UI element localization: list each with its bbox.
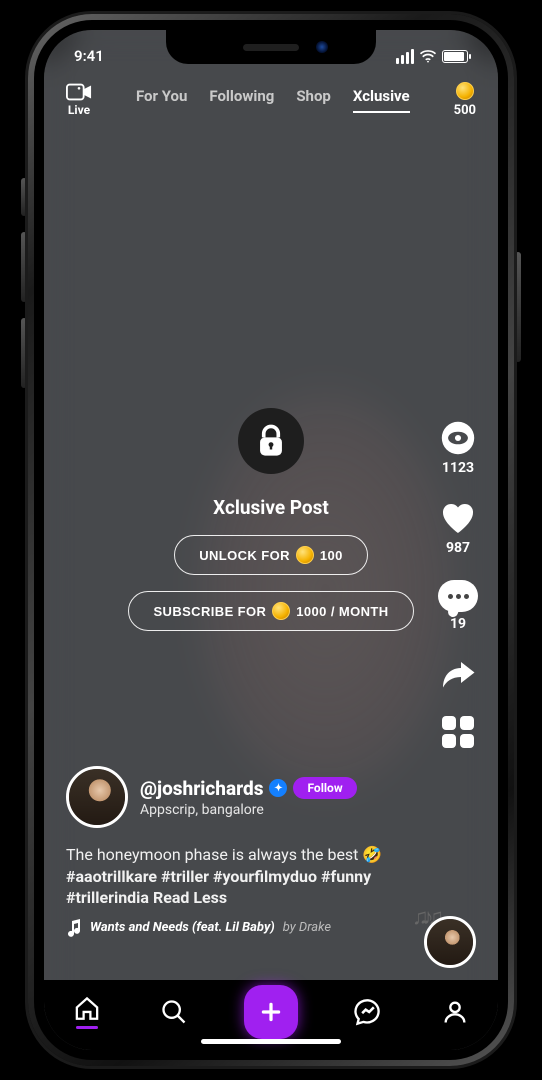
song-artist: Drake — [299, 920, 331, 935]
phone-power-button — [515, 252, 521, 362]
unlock-prefix: UNLOCK FOR — [199, 548, 290, 563]
locked-overlay: Xclusive Post UNLOCK FOR 100 SUBSCRIBE F… — [121, 408, 421, 631]
engagement-rail: 1123 987 19 — [438, 420, 478, 748]
phone-volume-down — [21, 318, 27, 388]
tab-shop[interactable]: Shop — [296, 87, 331, 113]
phone-volume-up — [21, 232, 27, 302]
lock-icon — [238, 408, 304, 474]
heart-icon — [440, 500, 476, 536]
coin-icon — [296, 546, 314, 564]
caption-text: The honeymoon phase is always the best 🤣 — [66, 845, 382, 864]
nav-home[interactable] — [70, 995, 104, 1029]
music-row[interactable]: Wants and Needs (feat. Lil Baby) by Drak… — [66, 919, 418, 937]
views-count: 1123 — [442, 460, 474, 476]
profile-icon — [441, 998, 469, 1026]
comment-icon — [438, 580, 478, 612]
locked-title: Xclusive Post — [213, 496, 329, 519]
comments-count: 19 — [450, 616, 466, 632]
coin-balance[interactable]: 500 — [454, 82, 476, 118]
subscribe-cost: 1000 / MONTH — [296, 604, 388, 619]
grid-icon — [442, 716, 474, 748]
phone-notch — [166, 30, 376, 64]
share-button[interactable] — [440, 656, 476, 692]
live-label: Live — [68, 103, 90, 117]
phone-front-camera — [316, 41, 328, 53]
author-row: @joshrichards Follow Appscrip, bangalore — [66, 766, 418, 828]
author-location: Appscrip, bangalore — [140, 802, 357, 818]
top-nav: Live For You Following Shop Xclusive 500 — [44, 82, 498, 118]
comment-button[interactable]: 19 — [438, 580, 478, 632]
phone-speaker — [243, 44, 299, 51]
author-handle[interactable]: @joshrichards — [140, 777, 263, 800]
status-time: 9:41 — [74, 47, 104, 65]
messenger-icon — [354, 998, 382, 1026]
eye-icon — [440, 420, 476, 456]
battery-icon — [442, 50, 468, 63]
share-icon — [440, 656, 476, 692]
related-grid-button[interactable] — [442, 716, 474, 748]
search-icon — [160, 998, 188, 1026]
coin-icon — [272, 602, 290, 620]
home-indicator[interactable] — [201, 1039, 341, 1044]
post-caption: The honeymoon phase is always the best 🤣… — [66, 844, 418, 909]
feed-tabs: For You Following Shop Xclusive — [110, 87, 436, 113]
nav-search[interactable] — [157, 995, 191, 1029]
cellular-icon — [396, 49, 414, 64]
wifi-icon — [419, 49, 437, 63]
author-avatar[interactable] — [66, 766, 128, 828]
like-button[interactable]: 987 — [440, 500, 476, 556]
music-disc[interactable] — [424, 916, 476, 968]
caption-toggle[interactable]: Read Less — [153, 888, 227, 907]
tab-xclusive[interactable]: Xclusive — [353, 87, 410, 113]
views-stat[interactable]: 1123 — [440, 420, 476, 476]
follow-button[interactable]: Follow — [293, 777, 356, 799]
song-title: Wants and Needs (feat. Lil Baby) — [90, 920, 275, 935]
subscribe-button[interactable]: SUBSCRIBE FOR 1000 / MONTH — [128, 591, 413, 631]
subscribe-prefix: SUBSCRIBE FOR — [153, 604, 266, 619]
verified-badge-icon — [269, 779, 287, 797]
likes-count: 987 — [446, 540, 470, 556]
song-by-prefix: by — [283, 920, 296, 935]
coin-balance-value: 500 — [454, 103, 476, 118]
tab-following[interactable]: Following — [209, 87, 274, 113]
screen: 9:41 Live — [44, 30, 498, 1050]
coin-icon — [456, 82, 474, 100]
unlock-button[interactable]: UNLOCK FOR 100 — [174, 535, 368, 575]
nav-inbox[interactable] — [351, 995, 385, 1029]
unlock-cost: 100 — [320, 548, 343, 563]
post-info: @joshrichards Follow Appscrip, bangalore… — [66, 766, 418, 937]
nav-profile[interactable] — [438, 995, 472, 1029]
music-note-icon — [66, 919, 82, 937]
tab-for-you[interactable]: For You — [136, 87, 187, 113]
plus-icon — [258, 999, 284, 1025]
nav-create[interactable] — [244, 985, 298, 1039]
phone-silent-switch — [21, 178, 27, 216]
phone-frame: 9:41 Live — [28, 14, 514, 1066]
home-icon — [73, 995, 101, 1022]
live-button[interactable]: Live — [66, 83, 92, 117]
